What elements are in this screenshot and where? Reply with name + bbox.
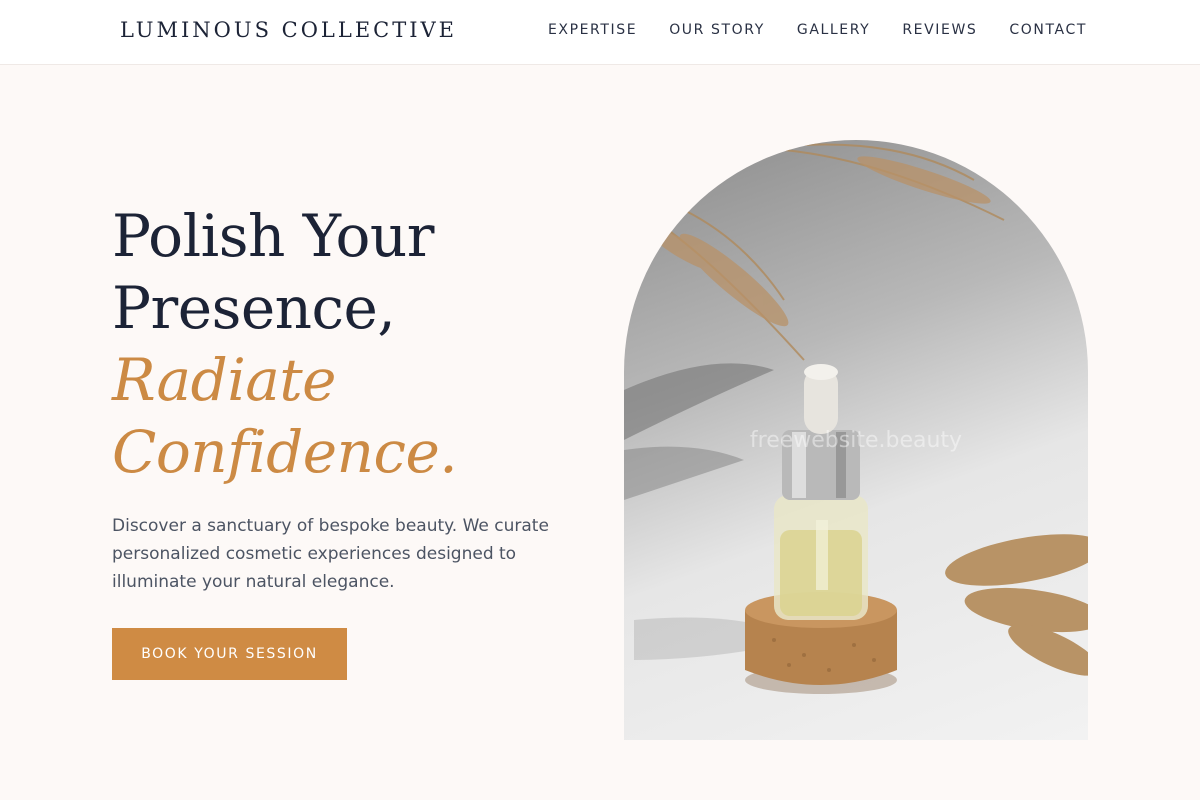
book-session-button[interactable]: BOOK YOUR SESSION (112, 628, 347, 680)
headline-line-2: Presence, (112, 274, 396, 342)
hero-arch-image: freewebsite.beauty (624, 140, 1088, 740)
hero-headline: Polish Your Presence, Radiate Confidence… (112, 200, 592, 488)
nav-link-gallery[interactable]: GALLERY (797, 22, 870, 38)
nav-link-contact[interactable]: CONTACT (1009, 22, 1087, 38)
site-header: LUMINOUS COLLECTIVE EXPERTISE OUR STORY … (0, 0, 1200, 65)
headline-line-1: Polish Your (112, 202, 435, 270)
hero-intro-text: Discover a sanctuary of bespoke beauty. … (112, 516, 549, 592)
image-watermark: freewebsite.beauty (749, 428, 963, 453)
nav-link-our-story[interactable]: OUR STORY (669, 22, 765, 38)
main-nav: EXPERTISE OUR STORY GALLERY REVIEWS CONT… (548, 22, 1087, 38)
headline-accent-2: Confidence. (112, 418, 458, 486)
nav-link-reviews[interactable]: REVIEWS (902, 22, 977, 38)
nav-link-expertise[interactable]: EXPERTISE (548, 22, 637, 38)
headline-accent-1: Radiate (112, 346, 336, 414)
brand-logo[interactable]: LUMINOUS COLLECTIVE (120, 18, 457, 42)
